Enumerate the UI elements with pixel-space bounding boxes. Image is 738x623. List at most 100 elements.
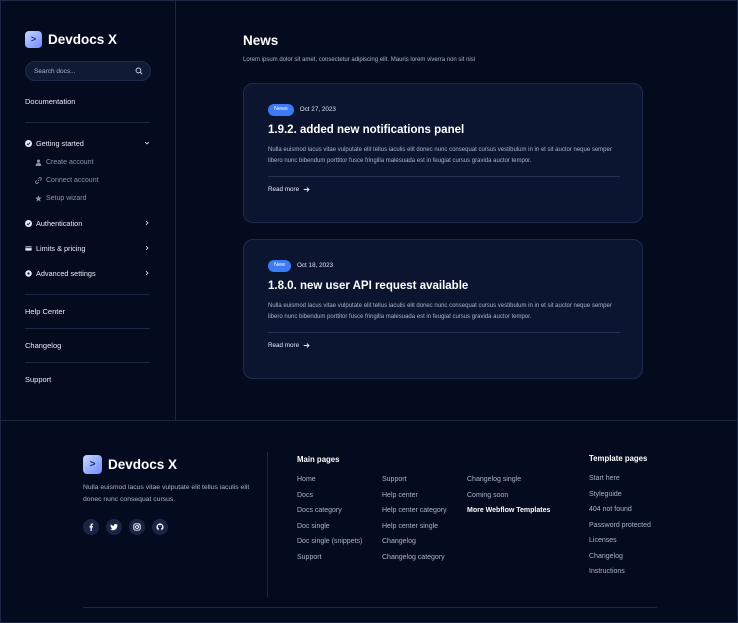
sidebar-subitem-setup-wizard[interactable]: Setup wizard (25, 192, 150, 204)
arrow-right-icon (303, 186, 310, 192)
main-pages-col-1: Home Docs Docs category Doc single Doc s… (297, 476, 362, 561)
logo-icon: > (83, 455, 102, 474)
github-icon (156, 523, 164, 531)
sidebar-item-getting-started[interactable]: Getting started (25, 137, 150, 149)
sidebar-item-documentation[interactable]: Documentation (25, 97, 150, 106)
footer-link[interactable]: Help center category (382, 507, 447, 515)
sidebar-item-label: Getting started (36, 138, 84, 148)
twitter-link[interactable] (106, 519, 122, 535)
main-content: News Lorem ipsum dolor sit amet, consect… (243, 33, 643, 379)
user-icon (35, 159, 42, 166)
search-box (25, 61, 151, 81)
footer-link[interactable]: Licenses (589, 537, 651, 545)
footer-link[interactable]: Doc single (snippets) (297, 538, 362, 546)
sidebar-divider (25, 122, 150, 123)
footer-link[interactable]: Docs category (297, 507, 362, 515)
footer-link[interactable]: Styleguide (589, 491, 651, 499)
card-divider (268, 331, 620, 333)
footer-brand-name: Devdocs X (108, 457, 178, 472)
search-input[interactable] (34, 67, 135, 75)
footer-link[interactable]: Coming soon (467, 492, 550, 500)
post-date: Oct 18, 2023 (297, 262, 334, 270)
footer-link[interactable]: Changelog (589, 553, 651, 561)
footer-link[interactable]: Changelog single (467, 476, 550, 484)
sidebar-item-label: Advanced settings (36, 268, 96, 278)
sidebar-item-limits-pricing[interactable]: Limits & pricing (25, 242, 150, 254)
footer-description: Nulla euismod lacus vitae vulputate elit… (83, 484, 250, 503)
footer-link[interactable]: Instructions (589, 568, 651, 576)
brand-name: Devdocs X (48, 32, 118, 47)
sidebar-item-label: Authentication (36, 218, 83, 228)
footer-bottom-divider (83, 607, 657, 608)
post-date: Oct 27, 2023 (299, 106, 336, 114)
footer-link[interactable]: Home (297, 476, 362, 484)
footer-link[interactable]: Start here (589, 475, 651, 483)
sidebar-divider (25, 328, 150, 329)
sidebar-item-help-center[interactable]: Help Center (25, 307, 150, 316)
footer-link[interactable]: 404 not found (589, 506, 651, 514)
footer-link[interactable]: Help center (382, 492, 447, 500)
footer-link[interactable]: Support (297, 554, 362, 562)
category-badge: New (268, 260, 292, 272)
template-pages-title: Template pages (589, 454, 648, 463)
main-pages-col-2: Support Help center Help center category… (382, 476, 447, 561)
page-subtitle: Lorem ipsum dolor sit amet, consectetur … (243, 57, 476, 63)
footer-brand[interactable]: > Devdocs X (83, 455, 177, 474)
news-card[interactable]: News Oct 27, 2023 1.9.2. added new notif… (243, 83, 643, 223)
read-more-link[interactable]: Read more (268, 342, 618, 349)
facebook-icon (89, 523, 94, 531)
credit-card-icon (25, 245, 32, 251)
card-title[interactable]: 1.9.2. added new notifications panel (268, 124, 618, 136)
main-pages-title: Main pages (297, 455, 340, 464)
card-body: Nulla euismod lacus vitae vulputate elit… (268, 302, 612, 320)
card-title[interactable]: 1.8.0. new user API request available (268, 280, 618, 292)
page-title: News (243, 33, 279, 48)
footer: > Devdocs X Nulla euismod lacus vitae vu… (0, 420, 738, 623)
footer-divider (267, 452, 268, 597)
footer-link[interactable]: Doc single (297, 523, 362, 531)
card-body: Nulla euismod lacus vitae vulputate elit… (268, 146, 612, 164)
chevron-right-icon[interactable] (144, 220, 150, 226)
chevron-down-icon[interactable] (144, 140, 150, 146)
footer-link[interactable]: Help center single (382, 523, 447, 531)
social-links (83, 519, 168, 535)
instagram-link[interactable] (129, 519, 145, 535)
sidebar-item-label: Limits & pricing (36, 243, 86, 253)
sidebar-divider (25, 294, 150, 295)
footer-link[interactable]: Support (382, 476, 447, 484)
read-more-link[interactable]: Read more (268, 186, 618, 193)
check-circle-icon (25, 219, 32, 227)
sidebar-item-changelog[interactable]: Changelog (25, 341, 150, 350)
footer-link[interactable]: Changelog (382, 538, 447, 546)
sidebar-subitem-connect-account[interactable]: Connect account (25, 174, 150, 186)
category-badge: News (268, 104, 294, 116)
card-divider (268, 175, 620, 177)
twitter-icon (110, 523, 118, 531)
instagram-icon (133, 523, 141, 531)
brand[interactable]: > Devdocs X (25, 31, 150, 48)
news-card[interactable]: New Oct 18, 2023 1.8.0. new user API req… (243, 239, 643, 379)
arrow-right-icon (303, 342, 310, 348)
sidebar-subitem-create-account[interactable]: Create account (25, 156, 150, 168)
chevron-right-icon[interactable] (144, 270, 150, 276)
sidebar-item-advanced-settings[interactable]: Advanced settings (25, 267, 150, 279)
footer-link[interactable]: Docs (297, 492, 362, 500)
search-icon[interactable] (135, 67, 143, 75)
github-link[interactable] (152, 519, 168, 535)
main-pages-col-3: Changelog single Coming soon More Webflo… (467, 476, 550, 515)
link-icon (35, 176, 42, 184)
logo-icon: > (25, 31, 42, 48)
check-circle-icon (25, 139, 32, 147)
star-icon (35, 194, 42, 201)
facebook-link[interactable] (83, 519, 99, 535)
sidebar-item-authentication[interactable]: Authentication (25, 217, 150, 229)
sidebar: > Devdocs X Documentation Getting starte… (0, 0, 176, 420)
gear-icon (25, 269, 32, 277)
template-pages-col: Start here Styleguide 404 not found Pass… (589, 475, 651, 576)
footer-link[interactable]: Password protected (589, 522, 651, 530)
more-templates-link[interactable]: More Webflow Templates (467, 507, 550, 515)
sidebar-item-support[interactable]: Support (25, 375, 150, 384)
sidebar-divider (25, 362, 150, 363)
chevron-right-icon[interactable] (144, 245, 150, 251)
footer-link[interactable]: Changelog category (382, 554, 447, 562)
